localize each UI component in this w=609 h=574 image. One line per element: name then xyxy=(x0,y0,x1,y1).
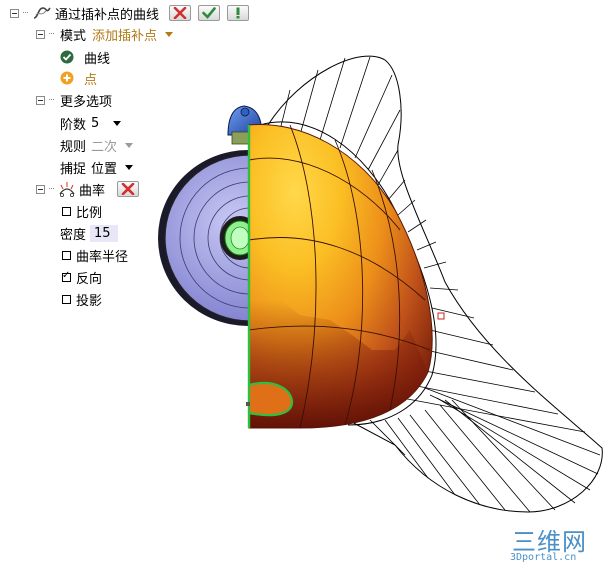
curvature-label: 曲率 xyxy=(79,183,106,199)
snap-select[interactable]: 位置 xyxy=(91,158,117,177)
curvature-radius-checkbox[interactable] xyxy=(62,250,71,260)
check-circle-icon xyxy=(60,50,74,64)
scale-checkbox[interactable] xyxy=(62,206,71,216)
ok-button[interactable] xyxy=(198,5,221,21)
degree-label: 阶数 xyxy=(60,117,87,133)
curvature-row: 曲率 xyxy=(36,179,140,199)
project-label: 投影 xyxy=(76,293,103,309)
mode-collapse-toggle[interactable] xyxy=(36,29,45,39)
curvature-remove-button[interactable] xyxy=(117,181,140,197)
curve-feature-icon xyxy=(33,7,51,19)
feature-title: 通过插补点的曲线 xyxy=(55,7,160,23)
project-row: 投影 xyxy=(62,289,102,309)
project-checkbox[interactable] xyxy=(62,294,71,304)
more-options-row: 更多选项 xyxy=(36,90,112,110)
scale-label: 比例 xyxy=(76,205,103,221)
curvature-collapse-toggle[interactable] xyxy=(36,184,45,194)
degree-row: 阶数 5 xyxy=(60,113,122,133)
curvature-radius-label: 曲率半径 xyxy=(76,249,129,265)
orange-shell xyxy=(246,123,433,429)
mode-label: 模式 xyxy=(60,28,87,44)
curvature-comb xyxy=(259,55,603,513)
reverse-checkbox[interactable] xyxy=(62,270,71,282)
degree-select[interactable]: 5 xyxy=(91,116,99,131)
more-options-label: 更多选项 xyxy=(60,94,113,110)
mode-dropdown-arrow-icon[interactable] xyxy=(165,31,174,37)
density-label: 密度 xyxy=(60,227,87,243)
exclamation-icon xyxy=(236,7,240,19)
watermark-site: 3Dportal.cn xyxy=(510,552,577,563)
rule-row: 规则 二次 xyxy=(60,135,134,155)
density-row: 密度 15 xyxy=(60,223,119,243)
snap-label: 捕捉 xyxy=(60,161,87,177)
blue-cap xyxy=(227,105,263,145)
curvature-comb-icon xyxy=(59,182,75,197)
add-point-icon xyxy=(60,71,74,85)
preview-button[interactable] xyxy=(227,5,250,21)
blue-disc xyxy=(158,150,338,326)
checkmark-icon xyxy=(202,7,216,19)
rule-dropdown-arrow-icon[interactable] xyxy=(125,142,134,148)
degree-dropdown-arrow-icon[interactable] xyxy=(113,120,122,126)
snap-row: 捕捉 位置 xyxy=(60,157,134,177)
reverse-row: 反向 xyxy=(62,267,102,287)
collapse-toggle[interactable] xyxy=(10,8,19,18)
remove-x-icon xyxy=(121,183,135,195)
cancel-button[interactable] xyxy=(169,5,192,21)
snap-dropdown-arrow-icon[interactable] xyxy=(125,164,134,170)
scale-row: 比例 xyxy=(62,201,102,221)
mode-dropdown[interactable]: 添加插补点 xyxy=(92,25,157,44)
radius-row: 曲率半径 xyxy=(62,245,128,265)
density-input[interactable]: 15 xyxy=(90,224,119,242)
reverse-label: 反向 xyxy=(76,271,103,287)
mode-row: 模式 添加插补点 xyxy=(36,24,174,44)
cancel-x-icon xyxy=(173,7,187,19)
rule-select[interactable]: 二次 xyxy=(91,136,117,155)
tree-item-point[interactable]: 点 xyxy=(60,68,97,88)
rule-label: 规则 xyxy=(60,139,87,155)
tree-item-point-label: 点 xyxy=(84,72,98,88)
more-options-collapse-toggle[interactable] xyxy=(36,95,45,105)
tree-item-curve-label: 曲线 xyxy=(84,51,111,67)
tree-item-curve[interactable]: 曲线 xyxy=(60,47,110,67)
tree-root-row: 通过插补点的曲线 xyxy=(10,3,250,23)
